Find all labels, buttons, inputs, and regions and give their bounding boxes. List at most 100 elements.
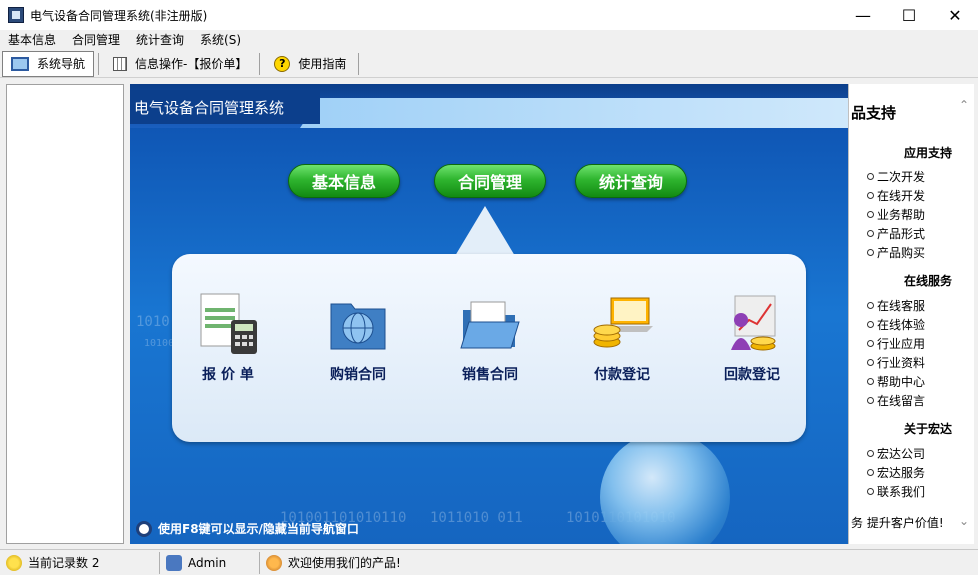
link-label: 联系我们 [877, 485, 926, 499]
toolbar: 系统导航 信息操作-【报价单】 ? 使用指南 [0, 50, 978, 78]
link-secondary-development[interactable]: 二次开发 [867, 168, 925, 185]
background-binary-text: 10100 [144, 338, 175, 349]
status-bar: 当前记录数 2 Admin 欢迎使用我们的产品! [0, 549, 978, 575]
table-icon [113, 56, 128, 71]
calculator-document-icon [197, 290, 259, 356]
link-online-message[interactable]: 在线留言 [867, 392, 925, 409]
status-welcome: 欢迎使用我们的产品! [260, 552, 407, 574]
product-support-title: 品支持 [851, 104, 897, 122]
link-label: 行业应用 [877, 337, 926, 351]
info-bullet-icon [136, 520, 152, 537]
selection-pointer [455, 206, 515, 256]
module-collection-registration-label: 回款登记 [724, 367, 780, 383]
minimize-button[interactable]: — [840, 0, 886, 30]
f8-hint-text: 使用F8键可以显示/隐藏当前导航窗口 [158, 522, 359, 536]
system-title-banner: 电气设备合同管理系统 [130, 90, 320, 124]
nav-contract-management-button[interactable]: 合同管理 [434, 164, 546, 198]
module-purchase-contract[interactable]: 购销合同 [308, 290, 408, 384]
link-online-development[interactable]: 在线开发 [867, 187, 925, 204]
tab-info-operation[interactable]: 信息操作-【报价单】 [105, 51, 255, 77]
link-label: 宏达服务 [877, 466, 926, 480]
nav-basic-info-button[interactable]: 基本信息 [288, 164, 400, 198]
record-count-icon [6, 554, 22, 571]
menu-contract-management[interactable]: 合同管理 [64, 30, 128, 50]
link-label: 帮助中心 [877, 375, 926, 389]
link-product-purchase[interactable]: 产品购买 [867, 244, 925, 261]
link-online-experience[interactable]: 在线体验 [867, 316, 925, 333]
link-hongda-service[interactable]: 宏达服务 [867, 464, 925, 481]
module-quotation[interactable]: 报 价 单 [178, 290, 278, 384]
header-light-strip [300, 98, 848, 128]
welcome-icon [266, 554, 282, 571]
link-label: 产品形式 [877, 227, 926, 241]
section-app-support: 应用支持 [903, 146, 952, 160]
link-label: 在线开发 [877, 189, 926, 203]
tab-info-operation-label: 信息操作-【报价单】 [135, 57, 248, 71]
section-about-hongda: 关于宏达 [903, 422, 952, 436]
link-help-center[interactable]: 帮助中心 [867, 373, 925, 390]
tab-system-navigation[interactable]: 系统导航 [2, 50, 95, 77]
scroll-up-icon[interactable]: ⌃ [959, 98, 969, 112]
monitor-icon [11, 56, 29, 71]
f8-hint: 使用F8键可以显示/隐藏当前导航窗口 [136, 520, 359, 537]
link-industry-resources[interactable]: 行业资料 [867, 354, 925, 371]
module-payment-registration-label: 付款登记 [594, 367, 650, 383]
module-card: 报 价 单 购销合同 销售合同 付款登记 回款登记 [172, 254, 806, 442]
link-label: 二次开发 [877, 170, 926, 184]
link-label: 产品购买 [877, 246, 926, 260]
maximize-button[interactable]: ☐ [886, 0, 932, 30]
user-guide-button[interactable]: ? 使用指南 [266, 51, 354, 77]
module-purchase-contract-label: 购销合同 [330, 367, 386, 383]
link-label: 在线留言 [877, 394, 926, 408]
product-support-panel: 品支持 应用支持 二次开发 在线开发 业务帮助 产品形式 产品购买 在线服务 在… [848, 84, 974, 544]
menu-statistics-query[interactable]: 统计查询 [128, 30, 192, 50]
background-binary-text: 1010 [136, 314, 170, 330]
scroll-down-icon[interactable]: ⌄ [959, 514, 969, 528]
link-industry-application[interactable]: 行业应用 [867, 335, 925, 352]
close-button[interactable]: ✕ [932, 0, 978, 30]
record-count-text: 当前记录数 2 [28, 556, 100, 570]
user-icon [166, 554, 182, 571]
title-bar: 电气设备合同管理系统(非注册版) — ☐ ✕ [0, 0, 978, 30]
menu-system[interactable]: 系统(S) [192, 30, 249, 50]
navigation-main-panel: 电气设备合同管理系统 1010 10100 101001101010110 10… [130, 84, 848, 544]
link-hongda-company[interactable]: 宏达公司 [867, 445, 925, 462]
module-payment-registration[interactable]: 付款登记 [572, 290, 672, 384]
person-chart-coins-icon [721, 290, 783, 356]
welcome-text: 欢迎使用我们的产品! [288, 556, 401, 570]
open-folder-icon [459, 290, 521, 356]
module-sales-contract[interactable]: 销售合同 [440, 290, 540, 384]
link-online-customer-service[interactable]: 在线客服 [867, 297, 925, 314]
user-guide-label: 使用指南 [298, 57, 347, 71]
section-online-service: 在线服务 [903, 274, 952, 288]
link-product-form[interactable]: 产品形式 [867, 225, 925, 242]
nav-statistics-query-button[interactable]: 统计查询 [575, 164, 687, 198]
folder-globe-icon [327, 290, 389, 356]
link-business-help[interactable]: 业务帮助 [867, 206, 925, 223]
link-label: 宏达公司 [877, 447, 926, 461]
link-contact-us[interactable]: 联系我们 [867, 483, 925, 500]
help-icon: ? [274, 55, 291, 72]
laptop-coins-icon [591, 290, 653, 356]
module-collection-registration[interactable]: 回款登记 [702, 290, 802, 384]
link-label: 在线客服 [877, 299, 926, 313]
toolbar-separator [358, 52, 360, 75]
menu-basic-info[interactable]: 基本信息 [0, 30, 64, 50]
link-label: 行业资料 [877, 356, 926, 370]
toolbar-separator [259, 52, 261, 75]
tab-system-navigation-label: 系统导航 [37, 57, 86, 71]
module-quotation-label: 报 价 单 [202, 367, 254, 383]
status-user: Admin [160, 551, 260, 574]
right-panel-scrollbar[interactable]: ⌃ ⌄ [956, 84, 974, 544]
app-icon [8, 7, 24, 23]
toolbar-separator [98, 52, 100, 75]
status-record-count: 当前记录数 2 [0, 551, 160, 574]
module-sales-contract-label: 销售合同 [462, 367, 518, 383]
navigation-tree-panel[interactable] [6, 84, 124, 544]
menu-bar: 基本信息 合同管理 统计查询 系统(S) [0, 30, 978, 50]
user-name-text: Admin [188, 555, 227, 570]
marquee-footer-text: 务 提升客户价值! [851, 516, 944, 530]
link-label: 业务帮助 [877, 208, 926, 222]
link-label: 在线体验 [877, 318, 926, 332]
background-binary-text: 1011010 011 [430, 510, 523, 526]
